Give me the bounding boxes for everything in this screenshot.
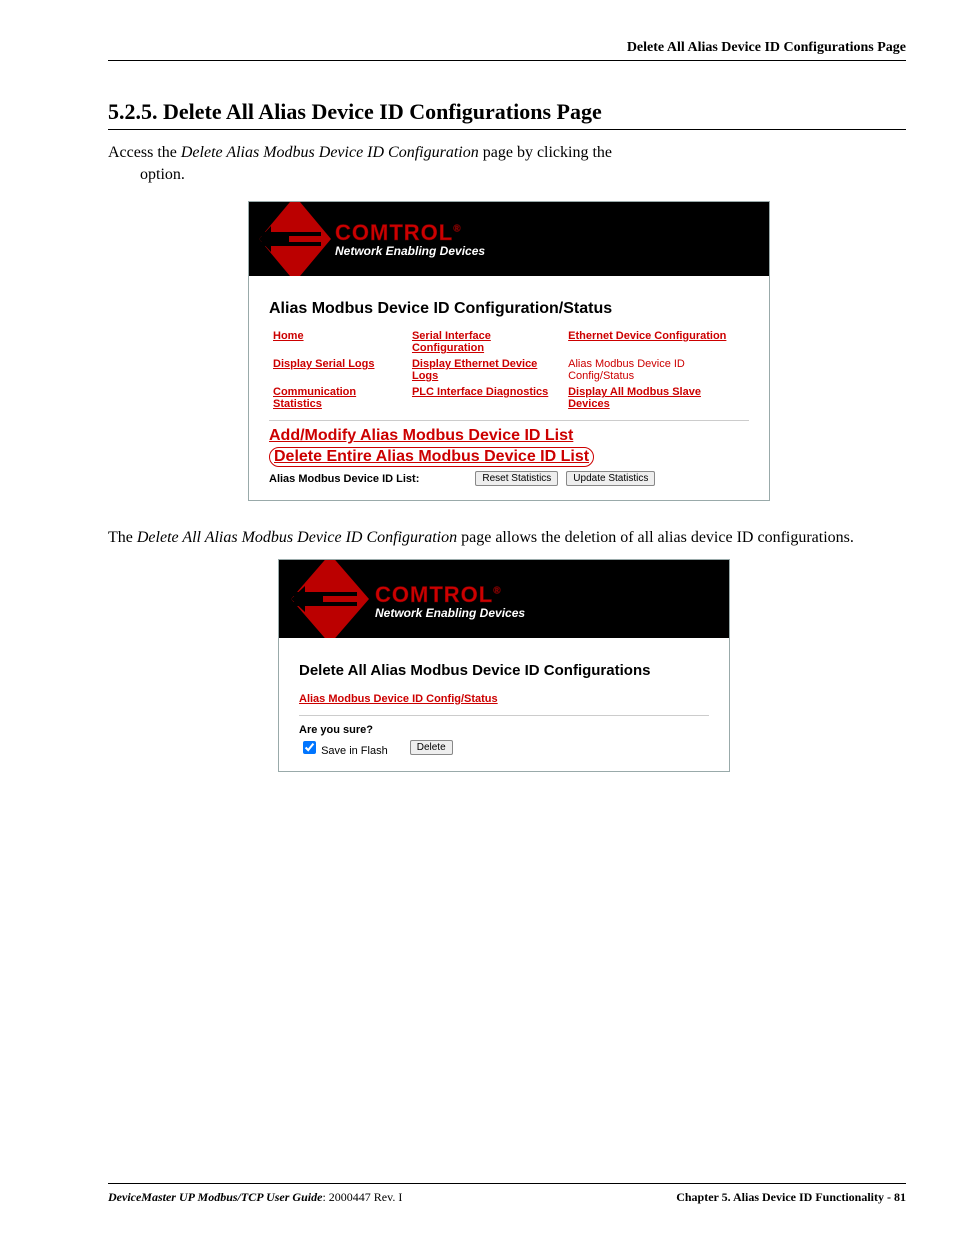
screenshot-delete-confirm: COMTROL® Network Enabling Devices Delete… — [278, 559, 730, 772]
update-statistics-button[interactable]: Update Statistics — [566, 471, 655, 486]
nav-home[interactable]: Home — [273, 330, 304, 342]
intro-pre: Access the — [108, 144, 181, 161]
brand-name: COMTROL® — [375, 582, 525, 608]
divider — [299, 715, 709, 716]
intro-paragraph: Access the Delete Alias Modbus Device ID… — [108, 142, 906, 185]
section-heading: 5.2.5. Delete All Alias Device ID Config… — [108, 99, 906, 125]
section-rule — [108, 129, 906, 130]
nav-delete-entire-alias-list[interactable]: Delete Entire Alias Modbus Device ID Lis… — [274, 448, 589, 465]
brand-tagline: Network Enabling Devices — [375, 606, 525, 620]
page-footer: DeviceMaster UP Modbus/TCP User Guide: 2… — [108, 1190, 906, 1205]
nav-display-ethernet-logs[interactable]: Display Ethernet Device Logs — [412, 358, 537, 382]
banner: COMTROL® Network Enabling Devices — [279, 560, 729, 638]
footer-guide-title: DeviceMaster UP Modbus/TCP User Guide — [108, 1190, 322, 1204]
nav-link-grid: Home Serial Interface Configuration Ethe… — [269, 328, 749, 412]
reset-statistics-button[interactable]: Reset Statistics — [475, 471, 558, 486]
footer-guide-rev: : 2000447 Rev. I — [322, 1190, 402, 1204]
nav-ethernet-device-config[interactable]: Ethernet Device Configuration — [568, 330, 726, 342]
banner: COMTROL® Network Enabling Devices — [249, 202, 769, 276]
nav-display-all-slave-devices[interactable]: Display All Modbus Slave Devices — [568, 386, 701, 410]
nav-alias-config-status-current: Alias Modbus Device ID Config/Status — [568, 358, 685, 382]
nav-communication-statistics[interactable]: Communication Statistics — [273, 386, 356, 410]
intro-post: page by clicking the — [479, 144, 612, 161]
nav-serial-interface-config[interactable]: Serial Interface Configuration — [412, 330, 491, 354]
paragraph-2: The Delete All Alias Modbus Device ID Co… — [108, 527, 906, 549]
running-header: Delete All Alias Device ID Configuration… — [108, 40, 906, 56]
nav-divider — [269, 420, 749, 421]
p2-em: Delete All Alias Modbus Device ID Config… — [137, 529, 457, 546]
header-rule — [108, 60, 906, 61]
footer-rule — [108, 1183, 906, 1184]
comtrol-logo-icon — [291, 560, 369, 638]
brand-name: COMTROL® — [335, 220, 485, 246]
save-in-flash-label[interactable]: Save in Flash — [299, 738, 388, 757]
delete-button[interactable]: Delete — [410, 740, 453, 755]
alias-list-label: Alias Modbus Device ID List: — [269, 473, 419, 485]
nav-add-modify-alias-list[interactable]: Add/Modify Alias Modbus Device ID List — [269, 427, 573, 444]
page-title: Alias Modbus Device ID Configuration/Sta… — [269, 300, 749, 318]
intro-line2: option. — [140, 166, 185, 183]
comtrol-logo-icon — [259, 202, 331, 276]
p2-pre: The — [108, 529, 137, 546]
save-in-flash-checkbox[interactable] — [303, 741, 316, 754]
intro-em: Delete Alias Modbus Device ID Configurat… — [181, 144, 479, 161]
nav-plc-interface-diagnostics[interactable]: PLC Interface Diagnostics — [412, 386, 548, 398]
brand-tagline: Network Enabling Devices — [335, 244, 485, 258]
save-in-flash-text: Save in Flash — [321, 745, 388, 757]
nav-display-serial-logs[interactable]: Display Serial Logs — [273, 358, 374, 370]
callout-circle: Delete Entire Alias Modbus Device ID Lis… — [269, 447, 594, 467]
page-title: Delete All Alias Modbus Device ID Config… — [299, 662, 709, 679]
screenshot-alias-status: COMTROL® Network Enabling Devices Alias … — [248, 201, 770, 501]
p2-post: page allows the deletion of all alias de… — [457, 529, 854, 546]
back-link-alias-config-status[interactable]: Alias Modbus Device ID Config/Status — [299, 693, 498, 705]
footer-chapter-page: Chapter 5. Alias Device ID Functionality… — [676, 1190, 906, 1205]
confirm-prompt: Are you sure? — [299, 724, 709, 736]
